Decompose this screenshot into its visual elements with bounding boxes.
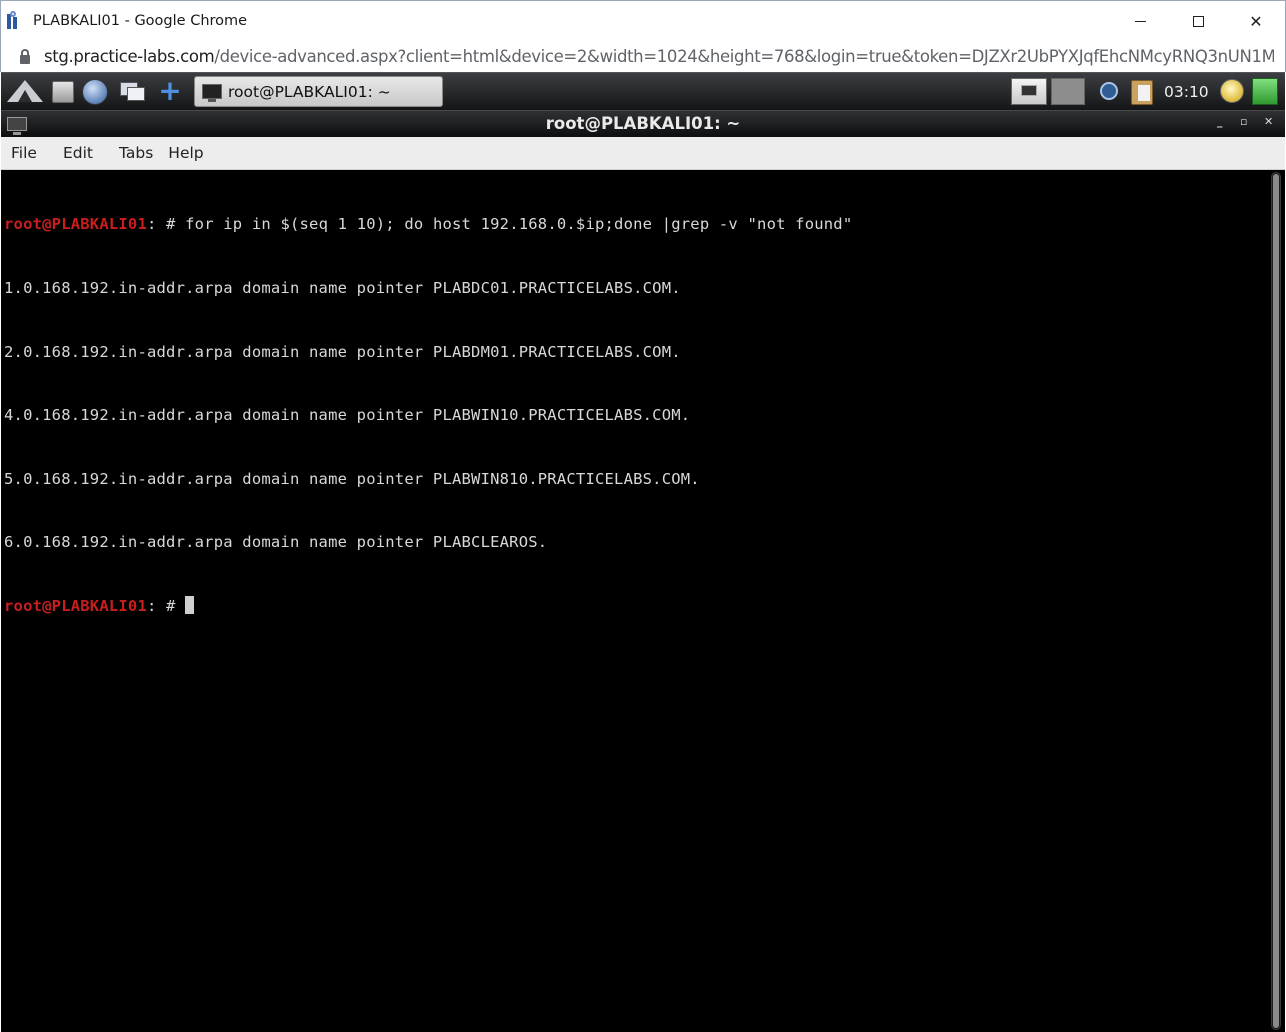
- practice-labs-logo-icon: [6, 10, 22, 31]
- browser-title-bar: PLABKALI01 - Google Chrome ✕: [0, 0, 1286, 40]
- url-path: /device-advanced.aspx?client=html&device…: [214, 46, 1274, 66]
- close-icon: ✕: [1249, 11, 1263, 31]
- lock-icon[interactable]: [20, 48, 30, 64]
- workspace-1-button[interactable]: [1011, 78, 1047, 105]
- url-host: stg.practice-labs.com: [44, 46, 215, 66]
- output-line: 4.0.168.192.in-addr.arpa domain name poi…: [4, 406, 691, 425]
- web-browser-icon[interactable]: [82, 79, 108, 105]
- workspace-2-button[interactable]: [1051, 78, 1085, 105]
- maximize-icon: [1192, 15, 1204, 27]
- prompt-suffix: : #: [146, 597, 186, 616]
- show-desktop-icon[interactable]: [120, 82, 146, 102]
- terminal-close-icon[interactable]: ✕: [1264, 115, 1273, 128]
- magnifier-icon[interactable]: [1100, 82, 1118, 100]
- add-icon[interactable]: +: [158, 77, 182, 106]
- output-line: 5.0.168.192.in-addr.arpa domain name poi…: [4, 469, 700, 488]
- text-cursor: [185, 596, 195, 615]
- minimize-icon: [1134, 20, 1146, 22]
- menu-edit[interactable]: Edit: [58, 144, 98, 162]
- terminal-title: root@PLABKALI01: ~: [545, 114, 741, 133]
- terminal-output-area[interactable]: root@PLABKALI01: # for ip in $(seq 1 10)…: [1, 170, 1285, 1032]
- menu-help[interactable]: Help: [163, 144, 208, 162]
- menu-tabs[interactable]: Tabs: [114, 144, 158, 162]
- output-line: 1.0.168.192.in-addr.arpa domain name poi…: [4, 279, 681, 298]
- terminal-restore-icon[interactable]: ▫: [1240, 115, 1247, 128]
- current-prompt-line: root@PLABKALI01: #: [4, 596, 852, 617]
- close-button[interactable]: ✕: [1227, 1, 1285, 41]
- notification-bulb-icon[interactable]: [1220, 79, 1244, 103]
- minimize-button[interactable]: [1111, 1, 1169, 41]
- menu-file[interactable]: File: [6, 144, 42, 162]
- maximize-button[interactable]: [1169, 1, 1227, 41]
- command-line: root@PLABKALI01: # for ip in $(seq 1 10)…: [4, 214, 852, 235]
- terminal-menubar: File Edit Tabs Help: [1, 137, 1285, 170]
- logout-icon[interactable]: [1252, 78, 1278, 105]
- taskbar-terminal-label: root@PLABKALI01: ~: [228, 82, 391, 101]
- prompt: root@PLABKALI01: [4, 597, 147, 616]
- clipboard-icon[interactable]: [1131, 80, 1153, 105]
- scrollbar-thumb[interactable]: [1273, 174, 1279, 1028]
- address-bar[interactable]: stg.practice-labs.com/device-advanced.as…: [0, 40, 1286, 72]
- monitor-icon: [1021, 85, 1037, 96]
- kali-menu-icon[interactable]: [5, 78, 45, 106]
- taskbar-terminal-button[interactable]: root@PLABKALI01: ~: [194, 76, 443, 107]
- clock[interactable]: 03:10: [1164, 83, 1209, 101]
- output-line: 2.0.168.192.in-addr.arpa domain name poi…: [4, 342, 681, 361]
- terminal-title-bar: root@PLABKALI01: ~ _ ▫ ✕: [1, 110, 1285, 137]
- prompt: root@PLABKALI01: [4, 215, 147, 234]
- terminal-icon: [202, 84, 222, 102]
- terminal-scrollbar[interactable]: [1271, 172, 1281, 1030]
- desktop-top-panel: + root@PLABKALI01: ~ 03:10: [1, 72, 1285, 110]
- command-text: for ip in $(seq 1 10); do host 192.168.0…: [185, 215, 853, 234]
- file-manager-icon[interactable]: [52, 81, 74, 103]
- output-line: 6.0.168.192.in-addr.arpa domain name poi…: [4, 533, 548, 552]
- window-title: PLABKALI01 - Google Chrome: [33, 12, 248, 29]
- prompt-suffix: : #: [146, 215, 186, 234]
- terminal-minimize-icon[interactable]: _: [1217, 115, 1223, 128]
- url-text[interactable]: stg.practice-labs.com/device-advanced.as…: [44, 47, 1274, 66]
